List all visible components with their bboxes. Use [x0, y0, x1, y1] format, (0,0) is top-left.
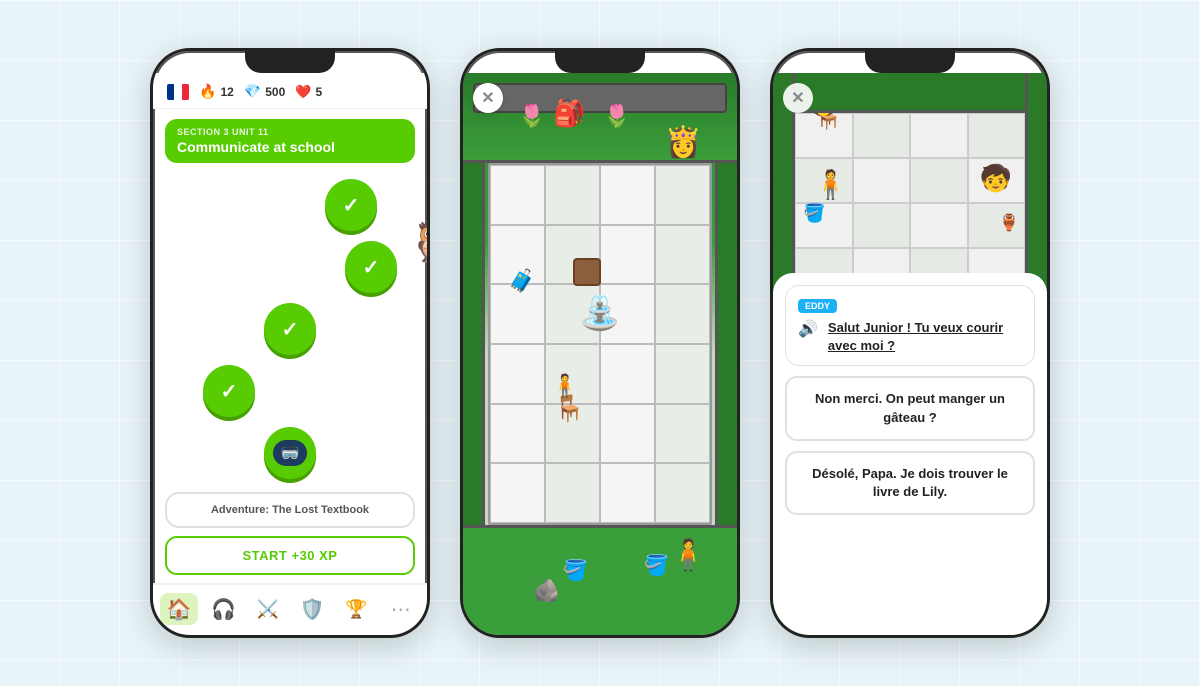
checker-3	[795, 113, 1025, 293]
char-red-bottom: 🧍	[670, 538, 707, 573]
nav-trophy[interactable]: 🏆	[337, 593, 375, 625]
checker-grid	[488, 163, 712, 525]
char-junior-3: 🧒	[980, 163, 1012, 194]
stat-lives: ❤️ 5	[295, 84, 322, 100]
phone-notch-1	[245, 51, 335, 73]
flag-french	[167, 84, 189, 100]
bucket-orange: 🪣	[563, 558, 588, 583]
fountain: ⛲	[579, 293, 621, 333]
phone1-topbar: 🔥 12 💎 500 ❤️ 5	[153, 73, 427, 109]
mascot-owl: 🦉	[410, 221, 427, 265]
heart-icon: ❤️	[295, 84, 311, 100]
stat-gems: 💎 500	[244, 83, 285, 100]
eddy-speech-text: Salut Junior ! Tu veux courir avec moi ?	[828, 319, 1022, 355]
section-title: Communicate at school	[177, 139, 403, 155]
close-button-3[interactable]: ✕	[783, 83, 813, 113]
phone-1: 🔥 12 💎 500 ❤️ 5 SECTION 3 UNIT 11 Commun…	[150, 48, 430, 638]
nav-shield[interactable]: 🛡️	[293, 593, 331, 625]
phone1-nav: 🏠 🎧 ⚔️ 🛡️ 🏆 ⋯	[153, 583, 427, 635]
fire-icon: 🔥	[199, 83, 216, 100]
char-red-3: 🧍	[813, 168, 848, 201]
nav-home[interactable]: 🏠	[160, 593, 198, 625]
check-icon-1: ✓	[343, 193, 360, 218]
game-top-3: ✕ 🪑 🧑 🧍 🧒 🪣 🏺	[773, 73, 1047, 293]
nav-more[interactable]: ⋯	[382, 593, 420, 625]
bottom-area: 🧍 🪣 🪨 🪣	[463, 525, 737, 635]
lesson-node-3[interactable]: ✓	[264, 303, 316, 355]
flower-pot-left: 🌷	[518, 103, 545, 129]
phone-1-screen: 🔥 12 💎 500 ❤️ 5 SECTION 3 UNIT 11 Commun…	[153, 73, 427, 635]
rock: 🪨	[533, 578, 560, 604]
phone-3: ✕ 🪑 🧑 🧍 🧒 🪣 🏺	[770, 48, 1050, 638]
phone-notch-2	[555, 51, 645, 73]
adventure-box: Adventure: The Lost Textbook	[165, 492, 415, 528]
gem-icon: 💎	[244, 83, 261, 100]
lesson-node-mascot[interactable]: ✓	[345, 241, 397, 293]
bucket-yellow: 🪣	[644, 553, 669, 578]
blue-backpack: 🎒	[553, 98, 585, 129]
phone-3-screen: ✕ 🪑 🧑 🧍 🧒 🪣 🏺	[773, 73, 1047, 635]
fence-top	[473, 83, 727, 113]
section-banner: SECTION 3 UNIT 11 Communicate at school	[165, 119, 415, 163]
game-board: 🌷 🎒 🌷 👸 ⛲ 🧳 🪑 🧍	[463, 73, 737, 635]
answer-option-1[interactable]: Non merci. On peut manger un gâteau ?	[785, 376, 1035, 440]
eddy-bubble: EDDY 🔊 Salut Junior ! Tu veux courir ave…	[785, 285, 1035, 366]
trophy-icon: 🏆	[345, 599, 367, 620]
adventure-label: Adventure: The Lost Textbook	[181, 504, 399, 516]
blue-machine: 🧳	[508, 268, 535, 294]
check-icon-3: ✓	[282, 317, 299, 342]
battles-icon: ⚔️	[257, 599, 279, 620]
more-icon: ⋯	[391, 597, 411, 622]
node-row-5: 🥽	[153, 427, 427, 479]
purple-hair-char: 🧍	[551, 373, 578, 399]
bucket-3: 🪣	[803, 203, 825, 224]
flower-pot-right: 🌷	[603, 103, 630, 129]
top-fence-3	[795, 73, 1025, 113]
node-row-1: ✓	[153, 179, 427, 231]
node-row-3: ✓	[153, 303, 427, 355]
phone-2: ✕ 🌷 🎒 🌷 👸	[460, 48, 740, 638]
lesson-node-locked[interactable]: 🥽	[264, 427, 316, 479]
shovel-3: 🏺	[999, 213, 1019, 233]
speaker-icon[interactable]: 🔊	[798, 319, 818, 339]
nav-headphones[interactable]: 🎧	[204, 593, 242, 625]
check-icon-4: ✓	[221, 379, 238, 404]
lesson-path: ✓ ✓ 🦉 ✓	[153, 163, 427, 492]
shield-icon: 🛡️	[300, 597, 325, 622]
hedge-right-3	[1025, 73, 1047, 293]
crate	[573, 258, 601, 286]
mascot-node-container: ✓ 🦉	[345, 241, 397, 293]
goggle-icon: 🥽	[273, 440, 307, 466]
lesson-node-4[interactable]: ✓	[203, 365, 255, 417]
check-icon-mascot: ✓	[363, 255, 380, 280]
nav-battles[interactable]: ⚔️	[249, 593, 287, 625]
node-row-4: ✓	[153, 365, 427, 417]
stat-streak: 🔥 12	[199, 83, 234, 100]
char-pink-top: 👸	[665, 125, 702, 160]
headphones-icon: 🎧	[211, 597, 236, 622]
phone-2-screen: ✕ 🌷 🎒 🌷 👸	[463, 73, 737, 635]
home-icon: 🏠	[167, 597, 192, 622]
eddy-text-row: 🔊 Salut Junior ! Tu veux courir avec moi…	[798, 319, 1022, 355]
node-mascot-row: ✓ 🦉	[153, 241, 427, 293]
start-button[interactable]: START +30 XP	[165, 536, 415, 575]
lesson-node-1[interactable]: ✓	[325, 179, 377, 231]
answer-option-2[interactable]: Désolé, Papa. Je dois trouver le livre d…	[785, 451, 1035, 515]
close-button-2[interactable]: ✕	[473, 83, 503, 113]
dialog-area: EDDY 🔊 Salut Junior ! Tu veux courir ave…	[773, 273, 1047, 635]
phone-notch-3	[865, 51, 955, 73]
eddy-label: EDDY	[798, 299, 837, 313]
section-label: SECTION 3 UNIT 11	[177, 127, 403, 137]
